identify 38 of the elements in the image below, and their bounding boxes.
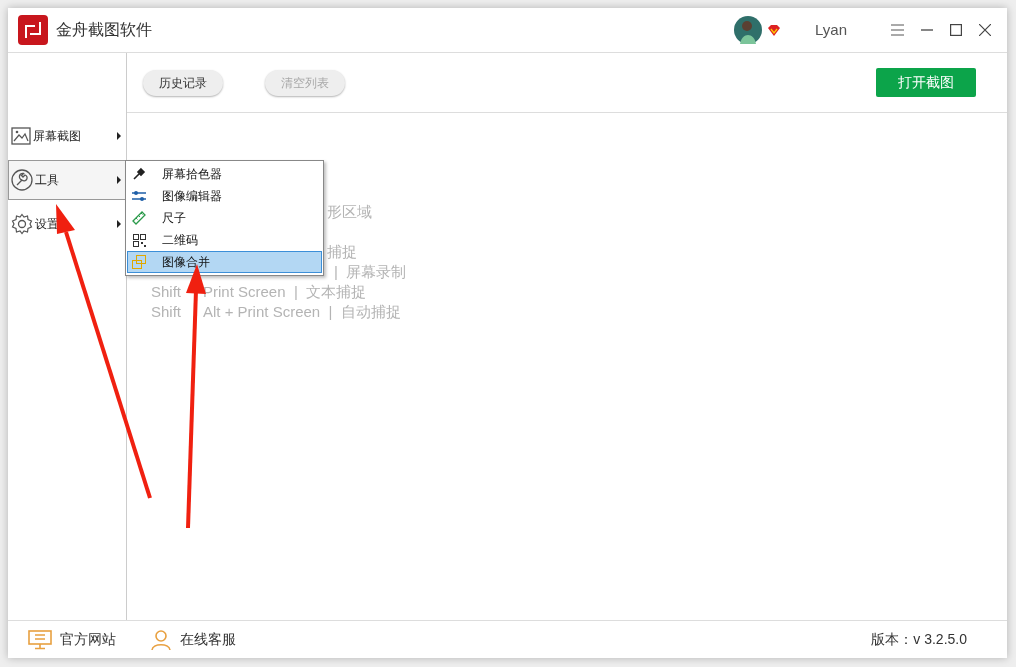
maximize-icon[interactable] — [950, 24, 962, 36]
version-label: 版本：v 3.2.5.0 — [871, 630, 967, 649]
wrench-icon — [11, 169, 33, 191]
toolbar-button[interactable]: 历史记录 — [143, 69, 223, 96]
shortcut-hint: 形区域 — [327, 202, 372, 221]
image-icon — [11, 127, 31, 145]
window-title: 金舟截图软件 — [56, 20, 152, 40]
ruler-icon — [132, 211, 146, 225]
sidebar-item[interactable]: 屏幕截图 — [8, 116, 126, 156]
username[interactable]: Lyan — [815, 18, 847, 42]
footer-link[interactable]: 官方网站 — [28, 629, 116, 650]
menu-item[interactable]: 尺子 — [127, 207, 322, 229]
shortcut-hint: 捕捉 — [327, 242, 357, 261]
sliders-icon — [131, 189, 147, 203]
qr-code-icon — [132, 233, 146, 247]
submenu-arrow-icon — [117, 132, 121, 140]
shortcut-hint: | 屏幕录制 — [334, 262, 407, 281]
monitor-icon — [28, 629, 52, 650]
shortcut-hint: Shift — [151, 282, 181, 301]
menu-item[interactable]: 屏幕拾色器 — [127, 163, 322, 185]
menu-item[interactable]: 图像合并 — [127, 251, 322, 273]
overlap-squares-icon — [131, 255, 147, 269]
avatar[interactable] — [734, 16, 762, 44]
shortcut-hint: Alt + Print Screen | 自动捕捉 — [203, 302, 401, 321]
close-icon[interactable] — [979, 24, 991, 36]
sidebar-item[interactable]: 工具 — [8, 160, 126, 200]
menu-item[interactable]: 二维码 — [127, 229, 322, 251]
shortcut-hint: Shift — [151, 302, 181, 321]
person-icon — [150, 628, 172, 651]
shortcut-hint: Print Screen | 文本捕捉 — [203, 282, 367, 301]
app-logo — [18, 15, 48, 45]
menu-item[interactable]: 图像编辑器 — [127, 185, 322, 207]
footer-link[interactable]: 在线客服 — [150, 628, 236, 651]
submenu-arrow-icon — [117, 176, 121, 184]
submenu-arrow-icon — [117, 220, 121, 228]
eyedropper-icon — [132, 167, 146, 181]
diamond-badge-icon — [767, 23, 781, 37]
gear-icon — [11, 213, 33, 235]
